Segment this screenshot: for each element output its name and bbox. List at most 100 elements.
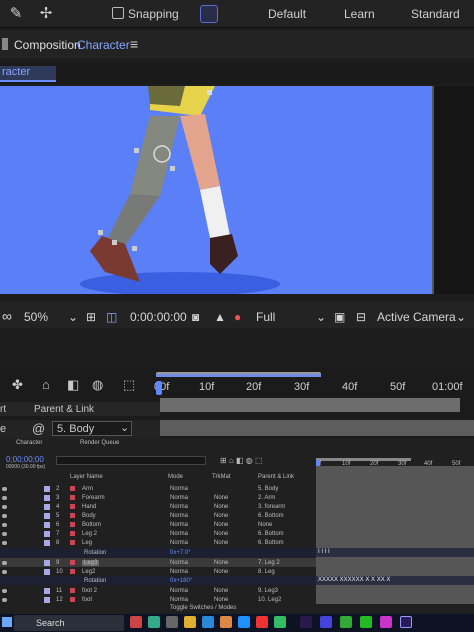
store-icon[interactable] [238,616,250,628]
tab-render-queue[interactable]: Render Queue [80,440,119,446]
resolution-chevron-icon[interactable]: ⌄ [316,310,326,324]
premiere-icon[interactable] [300,616,312,628]
eye-icon[interactable] [2,588,7,593]
parent-chevron-icon[interactable]: ⌄ [120,421,129,434]
layer-name[interactable]: foot 2 [82,588,97,594]
zoom-chevron-icon[interactable]: ⌄ [68,310,78,324]
label-color[interactable] [44,485,50,492]
view-options-icon[interactable]: ∞ [2,308,12,324]
taskbar-app-icon[interactable] [320,616,332,628]
layer-row[interactable]: 8 Leg Norma None 6. Bottom [0,538,316,547]
layer-name[interactable]: Leg [82,540,92,546]
start-icon[interactable] [2,617,12,627]
layer-row[interactable]: 4 Hand Norma None 3. forearm [0,502,316,511]
layer-row[interactable]: 11 foot 2 Norma None 9. Leg3 [0,586,316,595]
snapping-checkbox[interactable] [112,7,124,19]
playhead[interactable] [156,381,162,395]
timeline-switch-icons[interactable]: ⊞ ⌂ ◧ ◍ ⬚ [220,456,263,465]
camera-select[interactable]: Active Camera [377,310,456,324]
taskbar-app-icon[interactable] [380,616,392,628]
eye-icon[interactable] [2,495,7,500]
taskbar-app-icon[interactable] [256,616,268,628]
mode-select[interactable]: Norma [170,513,188,519]
pickwhip-icon[interactable]: @ [32,421,45,436]
trkmat-select[interactable]: None [214,531,228,537]
snap-options-icon[interactable] [200,5,218,23]
layer-name[interactable]: Forearm [82,495,105,501]
eye-icon[interactable] [2,513,7,518]
pen-tool-icon[interactable]: ✎ [6,4,26,24]
parent-select[interactable]: 7. Leg 2 [258,560,280,566]
fast-preview-icon[interactable]: ▣ [334,310,345,324]
transparency-grid-icon[interactable]: ◫ [106,310,117,324]
parent-select[interactable]: None [258,522,272,528]
after-effects-icon[interactable] [400,616,412,628]
toggle-switches-modes[interactable]: Toggle Switches / Modes [170,605,236,611]
mode-select[interactable]: Norma [170,588,188,594]
eye-icon[interactable] [2,569,7,574]
layer-row[interactable]: 3 Forearm Norma None 2. Arm [0,493,316,502]
label-color[interactable] [44,521,50,528]
trkmat-select[interactable]: None [214,513,228,519]
property-row[interactable]: Rotation 0x+7.0° [0,548,316,557]
small-work-area[interactable] [316,458,411,461]
label-color[interactable] [44,494,50,501]
trkmat-select[interactable]: None [214,560,228,566]
show-snapshot-icon[interactable]: ▲ [214,310,226,324]
eye-icon[interactable] [2,540,7,545]
parent-select[interactable]: 6. Bottom [258,531,284,537]
mode-select[interactable]: Norma [170,504,188,510]
color-channels-icon[interactable]: ● [234,310,241,324]
panel-menu-icon[interactable]: ≡ [130,36,138,52]
mode-select[interactable]: Norma [170,569,188,575]
parent-select[interactable]: 6. Bottom [258,540,284,546]
keyframe-markers[interactable]: XXXXX XXXXXX X X XX X [318,577,390,583]
frame-blending-icon[interactable]: ⌂ [42,377,50,392]
panel-grip-icon[interactable] [2,38,8,50]
eye-icon[interactable] [2,504,7,509]
layer-row[interactable]: 12 foot Norma None 10. Leg2 [0,595,316,604]
region-icon[interactable]: ⊞ [86,310,96,324]
zoom-select[interactable]: 50% [24,310,48,324]
layer-name[interactable]: Leg2 [82,569,95,575]
parent-select[interactable]: 2. Arm [258,495,275,501]
layer-row-selected[interactable]: 9 Leg3 Norma None 7. Leg 2 [0,558,316,567]
mode-select[interactable]: Norma [170,597,188,603]
workspace-standard[interactable]: Standard [411,7,460,21]
tab-character[interactable]: racter [0,66,56,82]
rotation-value[interactable]: 0x+7.0° [170,550,191,556]
property-row[interactable]: Rotation 0x+180° [0,576,316,585]
resolution-select[interactable]: Full [256,310,275,324]
taskbar-search[interactable]: Search [14,615,124,631]
parent-select[interactable]: 8. Leg [258,569,275,575]
trkmat-select[interactable]: None [214,540,228,546]
chart-icon[interactable]: ⬚ [123,377,135,393]
pin-tool-icon[interactable]: ✢ [36,4,56,24]
grid-guides-icon[interactable]: ⊟ [356,310,366,324]
timecode-display[interactable]: 0:00:00:00 [130,310,187,324]
label-color[interactable] [44,596,50,603]
parent-select[interactable]: 5. Body [258,486,278,492]
mode-select[interactable]: Norma [170,531,188,537]
layer-name[interactable]: Leg 2 [82,531,97,537]
layer-name[interactable]: Leg3 [82,559,100,566]
rotation-value[interactable]: 0x+180° [170,578,192,584]
layer-name[interactable]: Bottom [82,522,101,528]
mode-select[interactable]: Norma [170,540,188,546]
layer-name[interactable]: Arm [82,486,93,492]
trkmat-select[interactable]: None [214,522,228,528]
keyframe-markers[interactable]: I I I I [318,549,330,555]
trkmat-select[interactable]: None [214,569,228,575]
eye-icon[interactable] [2,531,7,536]
mode-select[interactable]: Norma [170,522,188,528]
layer-name[interactable]: foot [82,597,92,603]
motion-blur-icon[interactable]: ◧ [67,377,79,393]
mode-select[interactable]: Norma [170,495,188,501]
layer-duration-bar[interactable] [160,420,474,436]
layer-row[interactable]: 7 Leg 2 Norma None 6. Bottom [0,529,316,538]
taskbar-app-icon[interactable] [220,616,232,628]
camera-chevron-icon[interactable]: ⌄ [456,310,466,324]
parent-select[interactable]: 6. Bottom [258,513,284,519]
graph-editor-icon[interactable]: ◍ [92,377,103,393]
eye-icon[interactable] [2,522,7,527]
